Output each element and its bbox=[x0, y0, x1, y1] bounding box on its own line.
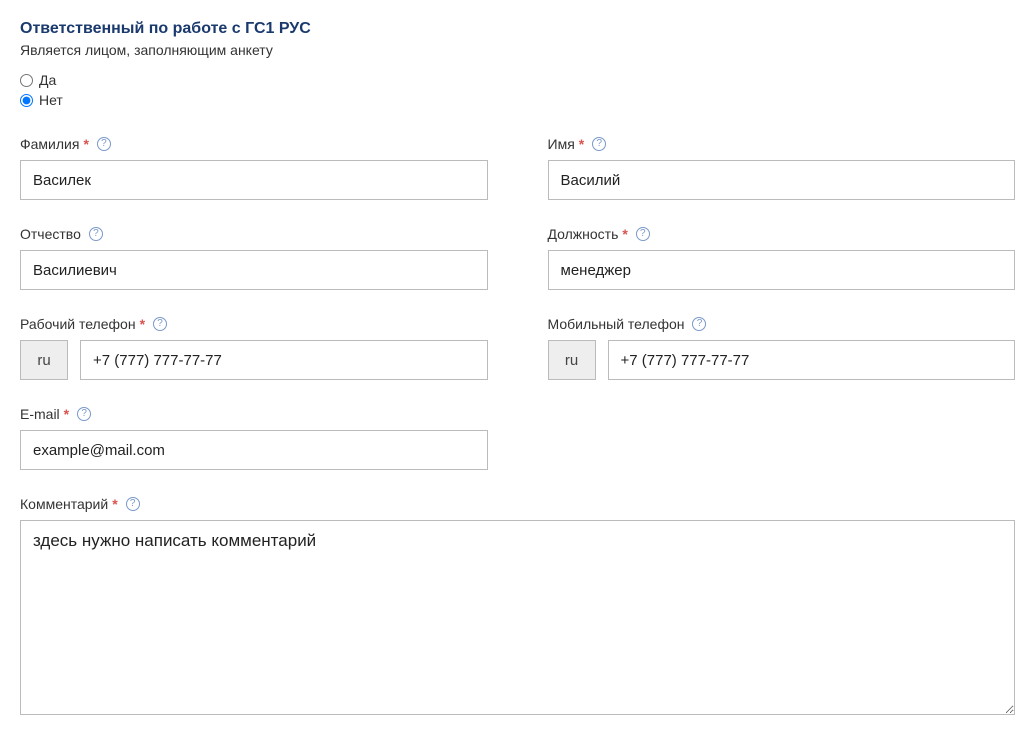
help-icon[interactable]: ? bbox=[97, 137, 111, 151]
email-input[interactable] bbox=[20, 430, 488, 470]
section-title: Ответственный по работе с ГС1 РУС bbox=[20, 20, 1015, 38]
comment-textarea[interactable]: здесь нужно написать комментарий bbox=[20, 520, 1015, 715]
email-field: E-mail * ? bbox=[20, 406, 488, 470]
mobile-phone-label: Мобильный телефон bbox=[548, 316, 685, 332]
position-input[interactable] bbox=[548, 250, 1016, 290]
position-field: Должность * ? bbox=[548, 226, 1016, 290]
required-asterisk: * bbox=[140, 316, 145, 332]
comment-field: Комментарий * ? здесь нужно написать ком… bbox=[20, 496, 1015, 715]
help-icon[interactable]: ? bbox=[592, 137, 606, 151]
email-label: E-mail bbox=[20, 406, 60, 422]
help-icon[interactable]: ? bbox=[692, 317, 706, 331]
firstname-field: Имя * ? bbox=[548, 136, 1016, 200]
work-phone-label: Рабочий телефон bbox=[20, 316, 136, 332]
patronymic-label: Отчество bbox=[20, 226, 81, 242]
required-asterisk: * bbox=[83, 136, 88, 152]
work-phone-field: Рабочий телефон * ? ru bbox=[20, 316, 488, 380]
help-icon[interactable]: ? bbox=[153, 317, 167, 331]
mobile-phone-country-prefix[interactable]: ru bbox=[548, 340, 596, 380]
help-icon[interactable]: ? bbox=[636, 227, 650, 241]
help-icon[interactable]: ? bbox=[89, 227, 103, 241]
radio-yes-row[interactable]: Да bbox=[20, 72, 1015, 88]
is-filler-radio-group: Да Нет bbox=[20, 72, 1015, 108]
lastname-field: Фамилия * ? bbox=[20, 136, 488, 200]
radio-yes-label: Да bbox=[39, 72, 56, 88]
work-phone-input[interactable] bbox=[80, 340, 488, 380]
patronymic-field: Отчество ? bbox=[20, 226, 488, 290]
work-phone-country-prefix[interactable]: ru bbox=[20, 340, 68, 380]
position-label: Должность bbox=[548, 226, 619, 242]
lastname-label: Фамилия bbox=[20, 136, 79, 152]
firstname-label: Имя bbox=[548, 136, 575, 152]
patronymic-input[interactable] bbox=[20, 250, 488, 290]
help-icon[interactable]: ? bbox=[77, 407, 91, 421]
radio-no-row[interactable]: Нет bbox=[20, 92, 1015, 108]
radio-yes[interactable] bbox=[20, 74, 33, 87]
required-asterisk: * bbox=[64, 406, 69, 422]
comment-label: Комментарий bbox=[20, 496, 108, 512]
radio-no[interactable] bbox=[20, 94, 33, 107]
mobile-phone-field: Мобильный телефон ? ru bbox=[548, 316, 1016, 380]
required-asterisk: * bbox=[622, 226, 627, 242]
help-icon[interactable]: ? bbox=[126, 497, 140, 511]
lastname-input[interactable] bbox=[20, 160, 488, 200]
required-asterisk: * bbox=[579, 136, 584, 152]
mobile-phone-input[interactable] bbox=[608, 340, 1016, 380]
firstname-input[interactable] bbox=[548, 160, 1016, 200]
radio-no-label: Нет bbox=[39, 92, 63, 108]
section-subtitle: Является лицом, заполняющим анкету bbox=[20, 42, 1015, 58]
required-asterisk: * bbox=[112, 496, 117, 512]
